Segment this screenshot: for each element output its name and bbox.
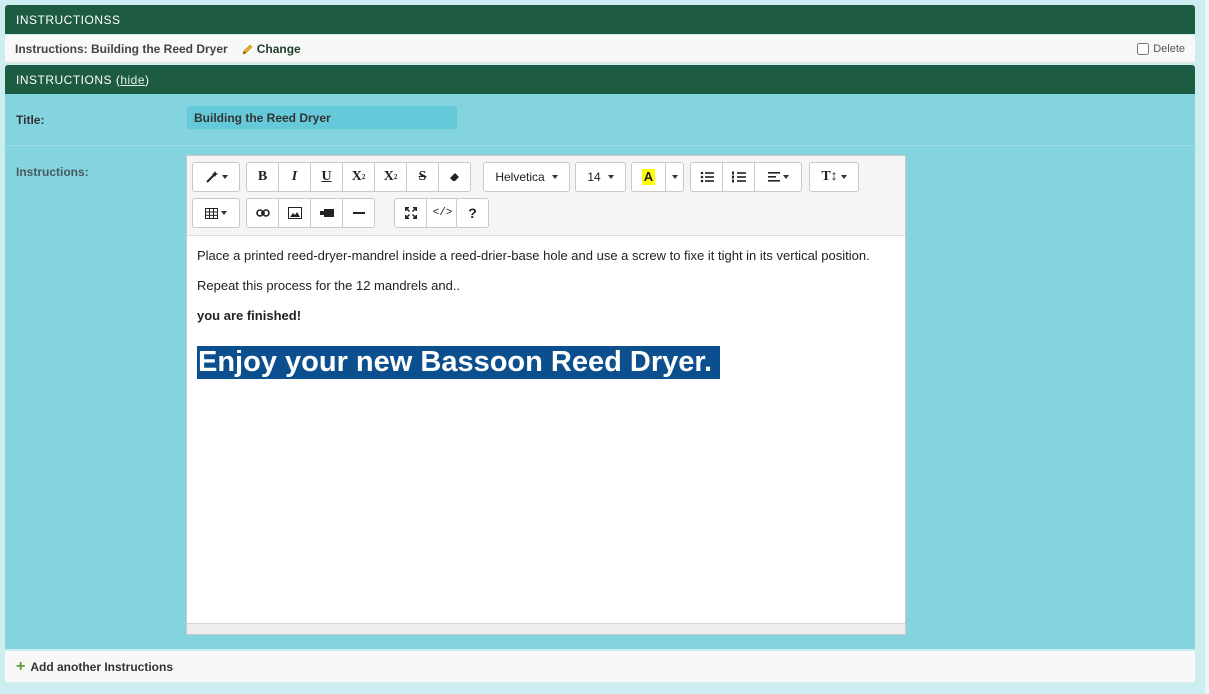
inline-group-title: INSTRUCTIONSS xyxy=(16,12,121,27)
table-group xyxy=(192,198,240,228)
color-dropdown-button[interactable] xyxy=(665,162,684,192)
horizontal-rule-button[interactable] xyxy=(342,198,375,228)
line-height-group: T↕ xyxy=(809,162,859,192)
font-name-value: Helvetica xyxy=(495,170,545,184)
paragraph-1: Place a printed reed-dryer-mandrel insid… xyxy=(197,248,870,263)
style-group xyxy=(192,162,240,192)
chevron-down-icon xyxy=(221,175,228,179)
plus-icon: + xyxy=(16,657,26,675)
chevron-down-icon xyxy=(607,175,614,179)
picture-icon xyxy=(287,207,302,219)
inline-object-row: Instructions: Building the Reed Dryer Ch… xyxy=(5,35,1195,63)
view-group: </> xyxy=(394,198,459,228)
table-icon xyxy=(205,207,218,219)
editor-content[interactable]: Place a printed reed-dryer-mandrel insid… xyxy=(187,236,905,389)
chevron-down-icon xyxy=(221,211,227,215)
help-button[interactable]: ? xyxy=(456,198,489,228)
delete-label: Delete xyxy=(1153,42,1185,55)
title-label: Title: xyxy=(16,113,45,127)
chevron-down-icon xyxy=(782,175,789,179)
inline-object-label: Instructions: Building the Reed Dryer xyxy=(15,41,228,56)
numbered-list-icon xyxy=(731,171,746,183)
eraser-icon xyxy=(449,173,459,181)
pencil-icon xyxy=(242,44,253,54)
list-group xyxy=(690,162,802,192)
text-color-button[interactable]: A xyxy=(631,162,666,192)
font-name-group: Helvetica xyxy=(483,162,570,192)
link-icon xyxy=(255,209,270,217)
minus-icon xyxy=(352,212,365,214)
instructions-label: Instructions: xyxy=(16,165,89,179)
paragraph-3: you are finished! xyxy=(197,308,302,323)
hide-link[interactable]: hide xyxy=(120,73,145,87)
strikethrough-button[interactable]: S xyxy=(406,162,439,192)
chevron-down-icon xyxy=(840,175,847,179)
bullet-list-icon xyxy=(700,171,714,183)
video-icon xyxy=(319,209,334,217)
editor-resize-bar[interactable] xyxy=(187,623,905,634)
delete-option[interactable]: Delete xyxy=(1137,42,1185,55)
color-group: A xyxy=(631,162,684,192)
video-button[interactable] xyxy=(310,198,343,228)
page-scrollbar[interactable] xyxy=(1205,0,1209,694)
code-icon: </> xyxy=(432,207,453,219)
fieldset-header: INSTRUCTIONS (hide) xyxy=(5,65,1195,94)
paragraph-align-dropdown[interactable] xyxy=(754,162,802,192)
insert-group xyxy=(246,198,375,228)
add-another-label: Add another Instructions xyxy=(30,659,174,674)
numbered-list-button[interactable] xyxy=(722,162,755,192)
clear-format-button[interactable] xyxy=(438,162,471,192)
font-style-group: B I U X2 X2 S xyxy=(246,162,471,192)
delete-checkbox[interactable] xyxy=(1137,42,1150,55)
fullscreen-button[interactable] xyxy=(394,198,427,228)
code-view-button[interactable]: </> xyxy=(426,198,459,228)
editor-toolbar: B I U X2 X2 S Helvetica 14 A T↕ </> ? xyxy=(187,156,905,236)
magic-wand-icon xyxy=(205,171,218,183)
paragraph-2: Repeat this process for the 12 mandrels … xyxy=(197,278,461,293)
line-height-dropdown[interactable]: T↕ xyxy=(809,162,859,192)
expand-icon xyxy=(404,207,417,219)
question-icon: ? xyxy=(468,205,477,221)
table-dropdown[interactable] xyxy=(192,198,240,228)
rich-text-editor: B I U X2 X2 S Helvetica 14 A T↕ </> ? Pl… xyxy=(186,155,906,635)
change-link[interactable]: Change xyxy=(242,42,301,56)
fieldset-header-suffix: ) xyxy=(145,72,150,87)
subscript-button[interactable]: X2 xyxy=(374,162,407,192)
title-row: Title: xyxy=(5,94,1195,146)
help-group: ? xyxy=(456,198,489,228)
italic-button[interactable]: I xyxy=(278,162,311,192)
highlight-a-icon: A xyxy=(641,169,656,185)
bullet-list-button[interactable] xyxy=(690,162,723,192)
chevron-down-icon xyxy=(671,175,678,179)
font-size-group: 14 xyxy=(575,162,626,192)
font-size-dropdown[interactable]: 14 xyxy=(575,162,626,192)
image-button[interactable] xyxy=(278,198,311,228)
form-body: Title: Instructions: B I U X2 X2 S xyxy=(5,94,1195,649)
inline-group-header: INSTRUCTIONSS xyxy=(5,5,1195,34)
fieldset-header-prefix: INSTRUCTIONS ( xyxy=(16,72,121,87)
font-size-value: 14 xyxy=(587,170,601,184)
selected-heading: Enjoy your new Bassoon Reed Dryer. xyxy=(197,346,721,379)
font-name-dropdown[interactable]: Helvetica xyxy=(483,162,570,192)
change-label: Change xyxy=(256,41,301,56)
title-input[interactable] xyxy=(186,105,458,130)
magic-style-button[interactable] xyxy=(192,162,240,192)
align-left-icon xyxy=(767,172,780,182)
add-another-row[interactable]: + Add another Instructions xyxy=(5,651,1195,682)
text-height-icon: T↕ xyxy=(821,169,838,184)
underline-button[interactable]: U xyxy=(310,162,343,192)
superscript-button[interactable]: X2 xyxy=(342,162,375,192)
chevron-down-icon xyxy=(551,175,558,179)
link-button[interactable] xyxy=(246,198,279,228)
bold-button[interactable]: B xyxy=(246,162,279,192)
